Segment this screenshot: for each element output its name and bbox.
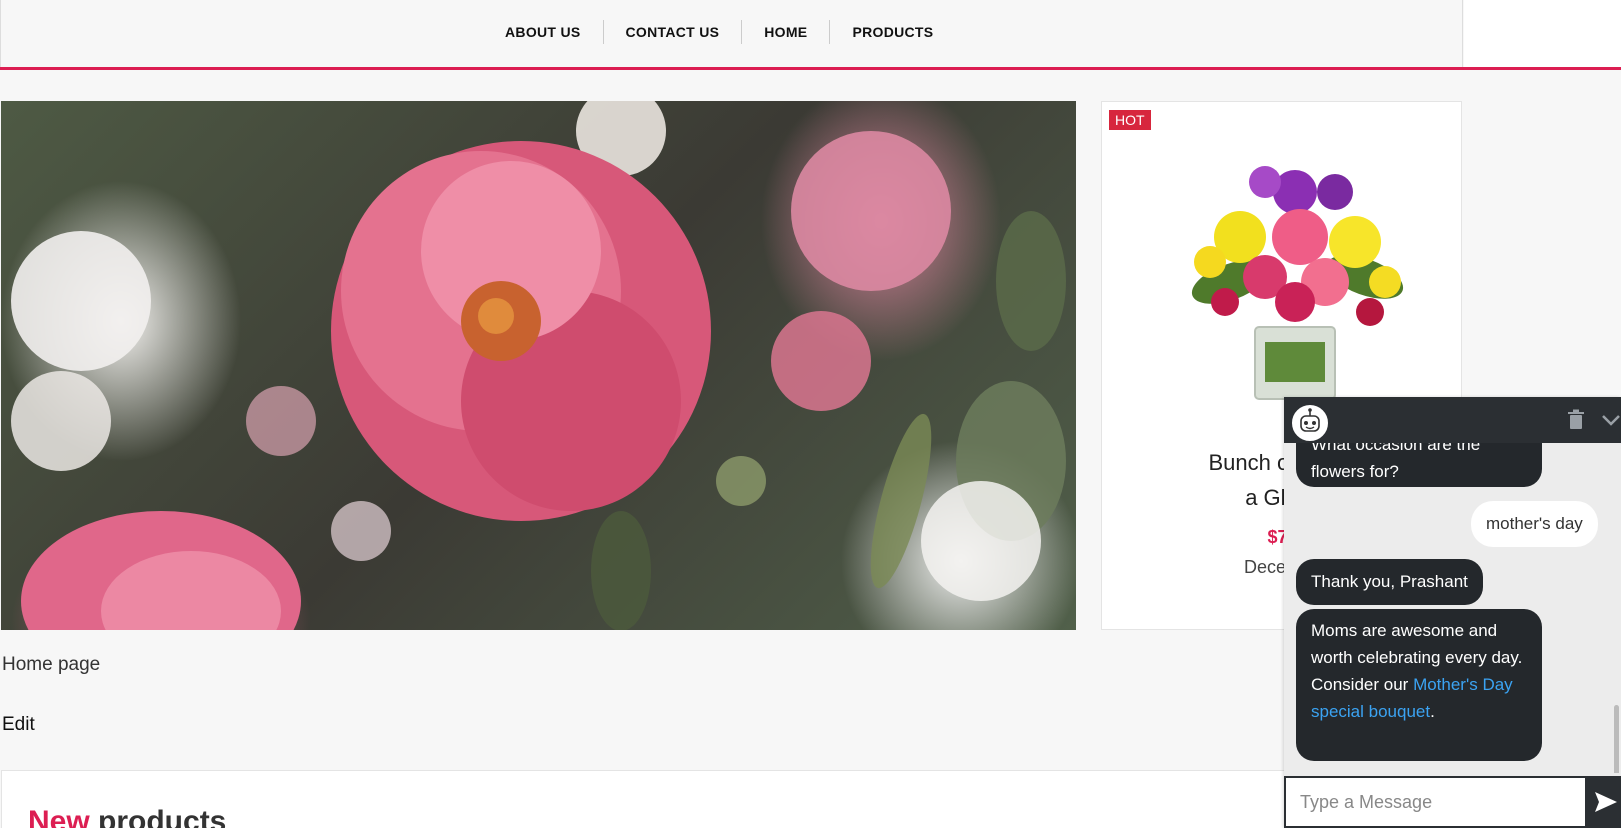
nav-menu: ABOUT US CONTACT US HOME PRODUCTS: [491, 20, 955, 44]
heading-accent-word: New: [28, 805, 90, 828]
nav-item-products[interactable]: PRODUCTS: [830, 20, 955, 44]
chat-widget: What occasion are the flowers for? mothe…: [1284, 397, 1621, 828]
page-caption: Home page: [2, 654, 101, 675]
nav-item-about-us[interactable]: ABOUT US: [491, 20, 604, 44]
nav-item-home[interactable]: HOME: [742, 20, 831, 44]
send-icon: [1595, 792, 1617, 812]
new-products-section: New products: [1, 770, 1463, 828]
top-navigation: ABOUT US CONTACT US HOME PRODUCTS: [0, 0, 1463, 68]
chat-scrollbar[interactable]: [1614, 705, 1619, 773]
nav-accent-line: [0, 67, 1621, 70]
chevron-down-icon[interactable]: [1600, 409, 1621, 431]
new-products-heading: New products: [28, 805, 226, 828]
bot-message: Thank you, Prashant: [1296, 559, 1483, 605]
flower-bouquet-image[interactable]: [1170, 142, 1420, 402]
bot-message-text-end: .: [1430, 702, 1435, 721]
hero-banner-image: [1, 101, 1076, 630]
bot-message: What occasion are the flowers for?: [1296, 443, 1542, 487]
chat-message-input[interactable]: [1284, 776, 1587, 828]
hot-badge: HOT: [1109, 110, 1151, 130]
send-button[interactable]: [1587, 776, 1621, 828]
chat-messages: What occasion are the flowers for? mothe…: [1284, 443, 1621, 773]
user-message: mother's day: [1471, 501, 1598, 547]
header-right-area: [1464, 0, 1621, 68]
heading-rest: products: [98, 805, 227, 828]
bot-avatar-icon: [1290, 403, 1330, 443]
chat-header: [1284, 397, 1621, 443]
trash-icon[interactable]: [1567, 409, 1585, 431]
peony-flowers-illustration: [11, 101, 1066, 630]
bot-message: Moms are awesome and worth celebrating e…: [1296, 609, 1542, 761]
nav-item-contact-us[interactable]: CONTACT US: [604, 20, 743, 44]
edit-link[interactable]: Edit: [2, 714, 35, 736]
